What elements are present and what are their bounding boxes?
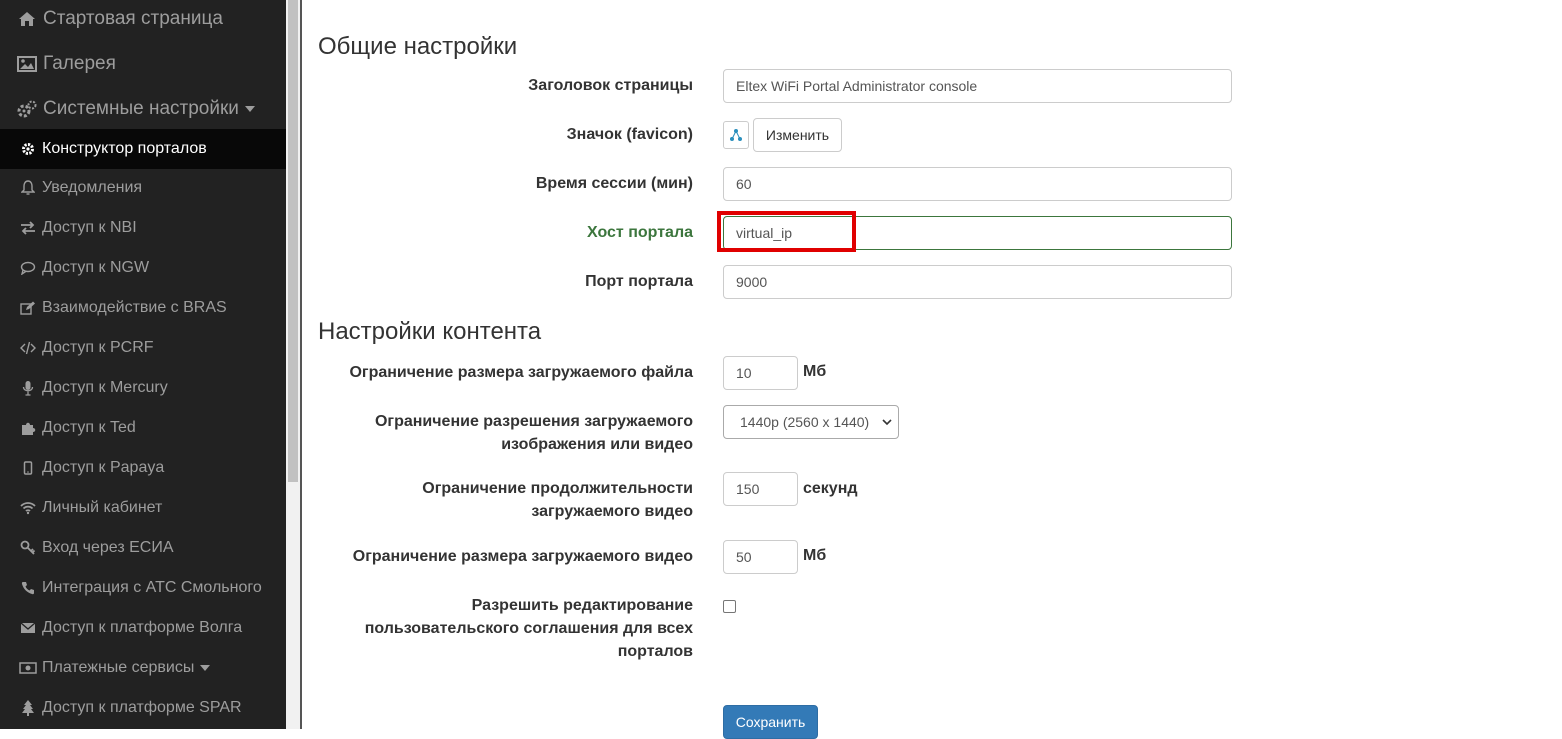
- caret-down-icon: [200, 665, 211, 671]
- agreement-checkbox[interactable]: [723, 600, 736, 613]
- sidebar-item-label: Доступ к платформе Волга: [42, 619, 243, 636]
- sidebar-item-ted[interactable]: Доступ к Ted: [0, 408, 286, 448]
- duration-label-line1: Ограничение продолжительности: [422, 480, 693, 497]
- video-size-label: Ограничение размера загружаемого видео: [352, 548, 693, 565]
- sidebar-item-nbi[interactable]: Доступ к NBI: [0, 208, 286, 248]
- file-size-input[interactable]: 10: [723, 356, 798, 390]
- page-title-input[interactable]: Eltex WiFi Portal Administrator console: [723, 69, 1232, 103]
- sidebar-item-label: Системные настройки: [43, 98, 239, 119]
- sidebar-item-label: Уведомления: [42, 179, 143, 196]
- video-size-input[interactable]: 50: [723, 540, 798, 574]
- duration-unit: секунд: [803, 480, 858, 497]
- sidebar-item-label: Интеграция с АТС Смольного: [42, 579, 262, 596]
- scrollbar-thumb[interactable]: [288, 0, 298, 482]
- duration-label-line2: загружаемого видео: [531, 503, 693, 520]
- sidebar-item-bras[interactable]: Взаимодействие с BRAS: [0, 288, 286, 328]
- money-icon: [19, 662, 37, 674]
- microphone-icon: [19, 380, 37, 396]
- image-icon: [17, 56, 37, 72]
- wifi-icon: [19, 501, 37, 515]
- bell-icon: [19, 180, 37, 196]
- favicon-label: Значок (favicon): [566, 126, 693, 143]
- gear-icon: [19, 142, 37, 156]
- sidebar-item-label: Взаимодействие с BRAS: [42, 299, 227, 316]
- comment-icon: [19, 261, 37, 275]
- portal-host-label: Хост портала: [587, 224, 693, 241]
- chevron-down-icon: [882, 419, 892, 426]
- general-settings-title: Общие настройки: [318, 33, 518, 60]
- sidebar-item-label: Доступ к NGW: [42, 259, 150, 276]
- code-icon: [19, 341, 37, 355]
- key-icon: [19, 540, 37, 556]
- resolution-select[interactable]: 1440p (2560 x 1440): [723, 405, 899, 439]
- file-size-unit: Мб: [803, 363, 827, 380]
- sidebar-item-label: Личный кабинет: [42, 499, 163, 516]
- agreement-label-line1: Разрешить редактирование: [471, 597, 693, 614]
- duration-input[interactable]: 150: [723, 472, 798, 506]
- video-size-unit: Мб: [803, 547, 827, 564]
- session-time-input[interactable]: 60: [723, 167, 1232, 201]
- agreement-label-line2: пользовательского соглашения для всех: [364, 620, 693, 637]
- sidebar-item-notifications[interactable]: Уведомления: [0, 168, 286, 208]
- exchange-icon: [19, 221, 37, 235]
- puzzle-icon: [19, 420, 37, 436]
- favicon-icon: [730, 129, 742, 141]
- page-title-label: Заголовок страницы: [528, 77, 693, 94]
- main-content: Общие настройки Заголовок страницы Eltex…: [302, 0, 1562, 739]
- change-favicon-button[interactable]: Изменить: [753, 118, 842, 152]
- sidebar-item-label: Доступ к Papaya: [42, 459, 165, 476]
- portal-port-label: Порт портала: [585, 273, 693, 290]
- tree-icon: [19, 700, 37, 716]
- sidebar-item-label: Доступ к PCRF: [42, 339, 154, 356]
- sidebar-item-esia[interactable]: Вход через ЕСИА: [0, 528, 286, 568]
- sidebar-item-label: Доступ к Mercury: [42, 379, 168, 396]
- sidebar-item-payments[interactable]: Платежные сервисы: [0, 648, 286, 688]
- sidebar-item-mercury[interactable]: Доступ к Mercury: [0, 368, 286, 408]
- resolution-label-line1: Ограничение разрешения загружаемого: [374, 413, 693, 430]
- sidebar-item-ngw[interactable]: Доступ к NGW: [0, 248, 286, 288]
- sidebar: Стартовая страница Галерея Системные нас…: [0, 0, 286, 729]
- sidebar-item-home[interactable]: Стартовая страница: [0, 0, 286, 41]
- portal-port-input[interactable]: 9000: [723, 265, 1232, 299]
- sidebar-item-ats[interactable]: Интеграция с АТС Смольного: [0, 568, 286, 608]
- agreement-label-line3: порталов: [617, 643, 693, 660]
- save-button[interactable]: Сохранить: [723, 705, 818, 739]
- highlight-box: [717, 211, 856, 252]
- edit-icon: [19, 301, 37, 315]
- sidebar-item-papaya[interactable]: Доступ к Papaya: [0, 448, 286, 488]
- resolution-label-line2: изображения или видео: [501, 436, 693, 453]
- sidebar-item-label: Вход через ЕСИА: [42, 539, 174, 556]
- caret-down-icon: [244, 106, 255, 112]
- sidebar-item-volga[interactable]: Доступ к платформе Волга: [0, 608, 286, 648]
- sidebar-item-system-settings[interactable]: Системные настройки: [0, 87, 286, 131]
- favicon-preview: [723, 121, 749, 149]
- sidebar-item-portal-constructor[interactable]: Конструктор порталов: [0, 129, 286, 169]
- home-icon: [17, 11, 37, 27]
- cogs-icon: [17, 100, 37, 118]
- sidebar-item-gallery[interactable]: Галерея: [0, 42, 286, 86]
- envelope-icon: [19, 622, 37, 634]
- sidebar-item-spar[interactable]: Доступ к платформе SPAR: [0, 688, 286, 728]
- sidebar-item-label: Доступ к платформе SPAR: [42, 699, 242, 716]
- content-settings-title: Настройки контента: [318, 318, 542, 345]
- sidebar-item-cabinet[interactable]: Личный кабинет: [0, 488, 286, 528]
- resolution-select-value: 1440p (2560 x 1440): [740, 414, 870, 430]
- file-size-label: Ограничение размера загружаемого файла: [349, 364, 693, 381]
- sidebar-item-label: Конструктор порталов: [42, 140, 207, 157]
- sidebar-item-label: Платежные сервисы: [42, 659, 195, 676]
- sidebar-item-label: Стартовая страница: [43, 8, 223, 29]
- sidebar-item-label: Доступ к NBI: [42, 219, 137, 236]
- session-time-label: Время сессии (мин): [535, 175, 693, 192]
- sidebar-item-label: Галерея: [43, 53, 116, 74]
- sidebar-item-pcrf[interactable]: Доступ к PCRF: [0, 328, 286, 368]
- phone-icon: [19, 581, 37, 595]
- mobile-icon: [19, 461, 37, 475]
- sidebar-item-label: Доступ к Ted: [42, 419, 136, 436]
